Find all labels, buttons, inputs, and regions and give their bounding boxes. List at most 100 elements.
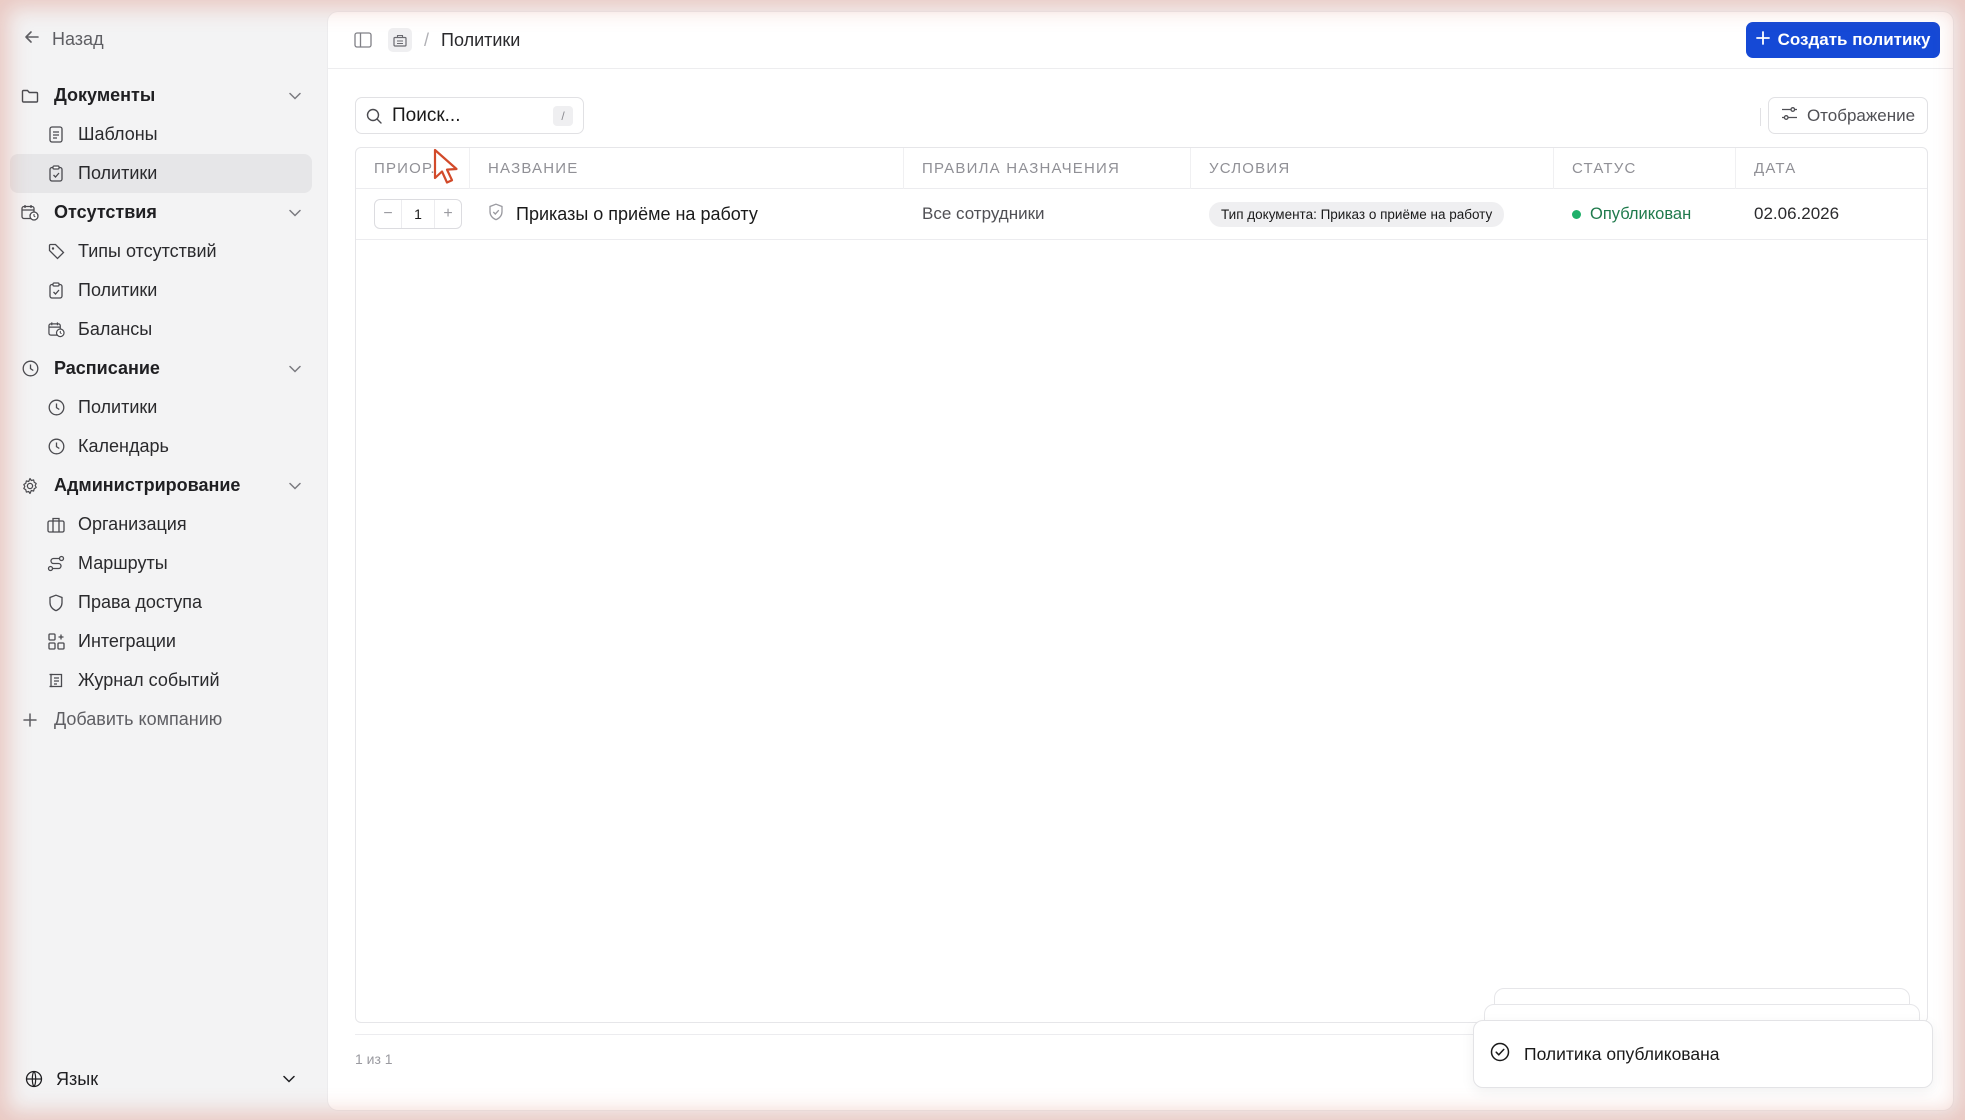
company-icon[interactable] xyxy=(388,28,412,52)
clock-icon xyxy=(47,438,65,456)
file-text-icon xyxy=(47,126,65,144)
status-cell: Опубликован xyxy=(1554,189,1736,240)
sidebar-group-label: Документы xyxy=(54,85,156,105)
column-header-assignment-rules[interactable]: ПРАВИЛА НАЗНАЧЕНИЯ xyxy=(904,148,1191,189)
add-company-label: Добавить компанию xyxy=(54,709,223,729)
sidebar-group-absences[interactable]: Отсутствия xyxy=(10,193,312,232)
sidebar-item-calendar[interactable]: Календарь xyxy=(10,427,312,466)
sidebar-item-label: Типы отсутствий xyxy=(78,241,217,261)
decrement-button[interactable]: − xyxy=(375,200,401,228)
language-selector[interactable]: Язык xyxy=(24,1064,296,1094)
conditions-cell: Тип документа: Приказ о приёме на работу xyxy=(1191,189,1554,240)
clock-icon xyxy=(47,399,65,417)
clock-icon xyxy=(20,359,40,379)
search-shortcut-hint: / xyxy=(553,105,573,126)
sidebar-nav: Документы Шаблоны Политики Отсутствия Ти… xyxy=(10,76,312,739)
sidebar-group-administration[interactable]: Администрирование xyxy=(10,466,312,505)
sidebar-item-document-policies[interactable]: Политики xyxy=(10,154,312,193)
table-header: ПРИОР... НАЗВАНИЕ ПРАВИЛА НАЗНАЧЕНИЯ УСЛ… xyxy=(356,148,1927,189)
column-header-date[interactable]: ДАТА xyxy=(1736,148,1927,189)
condition-chip: Тип документа: Приказ о приёме на работу xyxy=(1209,201,1505,227)
search-input[interactable] xyxy=(392,104,553,127)
sidebar-item-label: Права доступа xyxy=(78,592,203,612)
sidebar-item-integrations[interactable]: Интеграции xyxy=(10,622,312,661)
clipboard-check-icon xyxy=(47,282,65,300)
sidebar-item-access-rights[interactable]: Права доступа xyxy=(10,583,312,622)
priority-cell: − 1 + xyxy=(356,189,470,240)
display-settings-button[interactable]: Отображение xyxy=(1768,97,1928,134)
sidebar-item-organization[interactable]: Организация xyxy=(10,505,312,544)
add-company-button[interactable]: Добавить компанию xyxy=(10,700,312,739)
column-header-conditions[interactable]: УСЛОВИЯ xyxy=(1191,148,1554,189)
clipboard-check-icon xyxy=(47,165,65,183)
sidebar-item-schedule-policies[interactable]: Политики xyxy=(10,388,312,427)
sliders-icon xyxy=(1781,106,1798,126)
sidebar-item-label: Календарь xyxy=(78,436,169,456)
grid-plus-icon xyxy=(47,633,65,651)
plus-icon xyxy=(1755,30,1770,50)
priority-value[interactable]: 1 xyxy=(401,200,435,228)
column-header-status[interactable]: СТАТУС xyxy=(1554,148,1736,189)
sidebar-item-label: Интеграции xyxy=(78,631,176,651)
main-panel: / Политики Создать политику / Отображени… xyxy=(328,12,1953,1110)
sidebar-toggle-icon[interactable] xyxy=(352,29,374,51)
calendar-clock-icon xyxy=(47,321,65,339)
back-link[interactable]: Назад xyxy=(24,25,104,53)
policies-table: ПРИОР... НАЗВАНИЕ ПРАВИЛА НАЗНАЧЕНИЯ УСЛ… xyxy=(355,147,1928,1023)
search-icon xyxy=(366,108,384,124)
toast-message: Политика опубликована xyxy=(1524,1043,1720,1064)
chevron-down-icon xyxy=(282,1072,296,1086)
sidebar-group-documents[interactable]: Документы xyxy=(10,76,312,115)
chevron-down-icon xyxy=(288,479,302,493)
sidebar-item-label: Организация xyxy=(78,514,187,534)
sidebar-item-templates[interactable]: Шаблоны xyxy=(10,115,312,154)
chevron-down-icon xyxy=(288,89,302,103)
sidebar-item-absence-types[interactable]: Типы отсутствий xyxy=(10,232,312,271)
check-circle-icon xyxy=(1490,1042,1510,1067)
search-box[interactable]: / xyxy=(355,97,584,134)
plus-icon xyxy=(20,712,40,727)
sidebar-group-label: Отсутствия xyxy=(54,202,157,222)
sidebar: Назад Документы Шаблоны Политики Отсутст… xyxy=(0,0,328,1120)
language-label: Язык xyxy=(56,1068,99,1089)
sidebar-item-balances[interactable]: Балансы xyxy=(10,310,312,349)
calendar-clock-icon xyxy=(20,203,40,223)
assignment-cell: Все сотрудники xyxy=(922,204,1045,223)
policy-name[interactable]: Приказы о приёме на работу xyxy=(516,204,758,225)
sidebar-item-label: Политики xyxy=(78,163,158,183)
topbar: / Политики Создать политику xyxy=(328,12,1953,69)
sidebar-item-absence-policies[interactable]: Политики xyxy=(10,271,312,310)
sidebar-group-schedule[interactable]: Расписание xyxy=(10,349,312,388)
status-label: Опубликован xyxy=(1590,204,1692,223)
increment-button[interactable]: + xyxy=(435,200,461,228)
display-settings-label: Отображение xyxy=(1806,105,1916,125)
back-label: Назад xyxy=(52,28,104,49)
toolbar-divider xyxy=(1760,108,1761,126)
column-header-name[interactable]: НАЗВАНИЕ xyxy=(470,148,904,189)
table-row[interactable]: − 1 + Приказы о приёме на работу Все сот… xyxy=(356,189,1927,240)
sidebar-item-routes[interactable]: Маршруты xyxy=(10,544,312,583)
sidebar-item-label: Шаблоны xyxy=(78,124,158,144)
sidebar-group-label: Расписание xyxy=(54,358,160,378)
gear-icon xyxy=(20,476,40,496)
log-icon xyxy=(47,672,65,690)
sidebar-item-label: Балансы xyxy=(78,319,153,339)
priority-stepper[interactable]: − 1 + xyxy=(374,199,462,229)
mouse-cursor-icon xyxy=(433,148,458,184)
chevron-down-icon xyxy=(288,362,302,376)
folder-icon xyxy=(20,86,40,106)
breadcrumb-separator: / xyxy=(424,29,430,50)
sidebar-item-label: Журнал событий xyxy=(78,670,220,690)
tag-icon xyxy=(47,243,65,261)
shield-check-icon xyxy=(488,203,504,226)
sidebar-item-label: Политики xyxy=(78,397,158,417)
sidebar-item-event-log[interactable]: Журнал событий xyxy=(10,661,312,700)
shield-icon xyxy=(47,594,65,612)
pagination-count: 1 из 1 xyxy=(355,1051,393,1067)
building-icon xyxy=(47,516,65,534)
toast-notification[interactable]: Политика опубликована xyxy=(1473,1020,1933,1088)
create-policy-button[interactable]: Создать политику xyxy=(1746,22,1940,58)
status-dot xyxy=(1572,209,1581,219)
breadcrumb-title: Политики xyxy=(441,29,521,50)
arrow-left-icon xyxy=(24,29,40,50)
